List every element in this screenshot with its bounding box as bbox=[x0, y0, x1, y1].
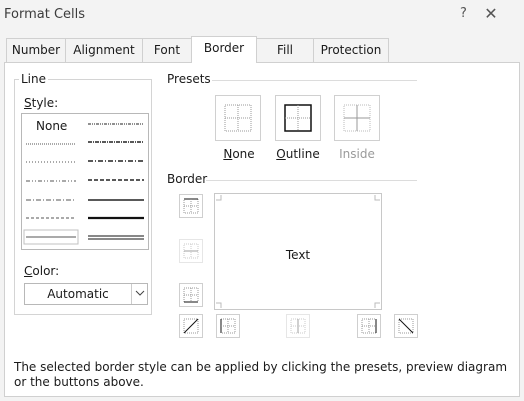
border-diagonal-down-button[interactable] bbox=[394, 314, 418, 338]
border-inside-vertical-button[interactable] bbox=[286, 314, 310, 338]
close-button[interactable]: ✕ bbox=[478, 2, 504, 26]
border-group-label: Border bbox=[165, 172, 210, 186]
chevron-down-icon[interactable] bbox=[131, 284, 148, 304]
tab-protection[interactable]: Protection bbox=[313, 38, 389, 62]
title-bar: Format Cells ? ✕ bbox=[0, 0, 524, 30]
presets-group-label: Presets bbox=[165, 72, 213, 86]
preview-text: Text bbox=[285, 248, 311, 262]
border-inside-vertical-icon bbox=[290, 318, 306, 334]
diagonal-up-icon bbox=[183, 318, 199, 334]
preset-inside-icon bbox=[343, 104, 371, 132]
border-left-button[interactable] bbox=[216, 314, 240, 338]
help-button[interactable]: ? bbox=[460, 6, 467, 21]
border-separator bbox=[206, 180, 417, 181]
preset-outline-button[interactable] bbox=[275, 95, 321, 141]
border-right-button[interactable] bbox=[357, 314, 381, 338]
border-inside-horizontal-icon bbox=[183, 243, 199, 259]
line-style-swatches[interactable] bbox=[22, 114, 148, 249]
border-preview[interactable]: Text bbox=[214, 193, 382, 310]
preset-outline-icon bbox=[284, 104, 312, 132]
border-inside-horizontal-button[interactable] bbox=[179, 239, 203, 263]
tab-alignment[interactable]: Alignment bbox=[65, 38, 143, 62]
border-top-icon bbox=[183, 198, 199, 214]
description-text: The selected border style can be applied… bbox=[14, 360, 508, 389]
border-left-icon bbox=[220, 318, 236, 334]
preset-inside-button[interactable] bbox=[334, 95, 380, 141]
tab-number[interactable]: Number bbox=[6, 38, 66, 62]
preset-none-button[interactable] bbox=[215, 95, 261, 141]
diagonal-down-icon bbox=[398, 318, 414, 334]
border-bottom-button[interactable] bbox=[179, 283, 203, 307]
presets-separator bbox=[212, 80, 417, 81]
tab-font[interactable]: Font bbox=[142, 38, 192, 62]
preset-inside-label: Inside bbox=[339, 147, 375, 161]
color-dropdown[interactable]: Automatic bbox=[24, 283, 148, 305]
preset-outline-label: Outline bbox=[276, 147, 320, 161]
tab-border[interactable]: Border bbox=[191, 36, 257, 63]
border-top-button[interactable] bbox=[179, 194, 203, 218]
line-group-label: Line bbox=[19, 72, 49, 86]
color-value: Automatic bbox=[47, 287, 109, 301]
tab-fill[interactable]: Fill bbox=[256, 38, 314, 62]
border-bottom-icon bbox=[183, 287, 199, 303]
preset-none-label: None bbox=[223, 147, 255, 161]
dialog-title: Format Cells bbox=[4, 7, 86, 22]
border-right-icon bbox=[361, 318, 377, 334]
color-label: Color: bbox=[24, 264, 60, 278]
line-style-list[interactable]: None bbox=[21, 113, 149, 250]
style-label: Style: bbox=[24, 96, 59, 110]
preset-none-icon bbox=[224, 104, 252, 132]
border-diagonal-up-button[interactable] bbox=[179, 314, 203, 338]
